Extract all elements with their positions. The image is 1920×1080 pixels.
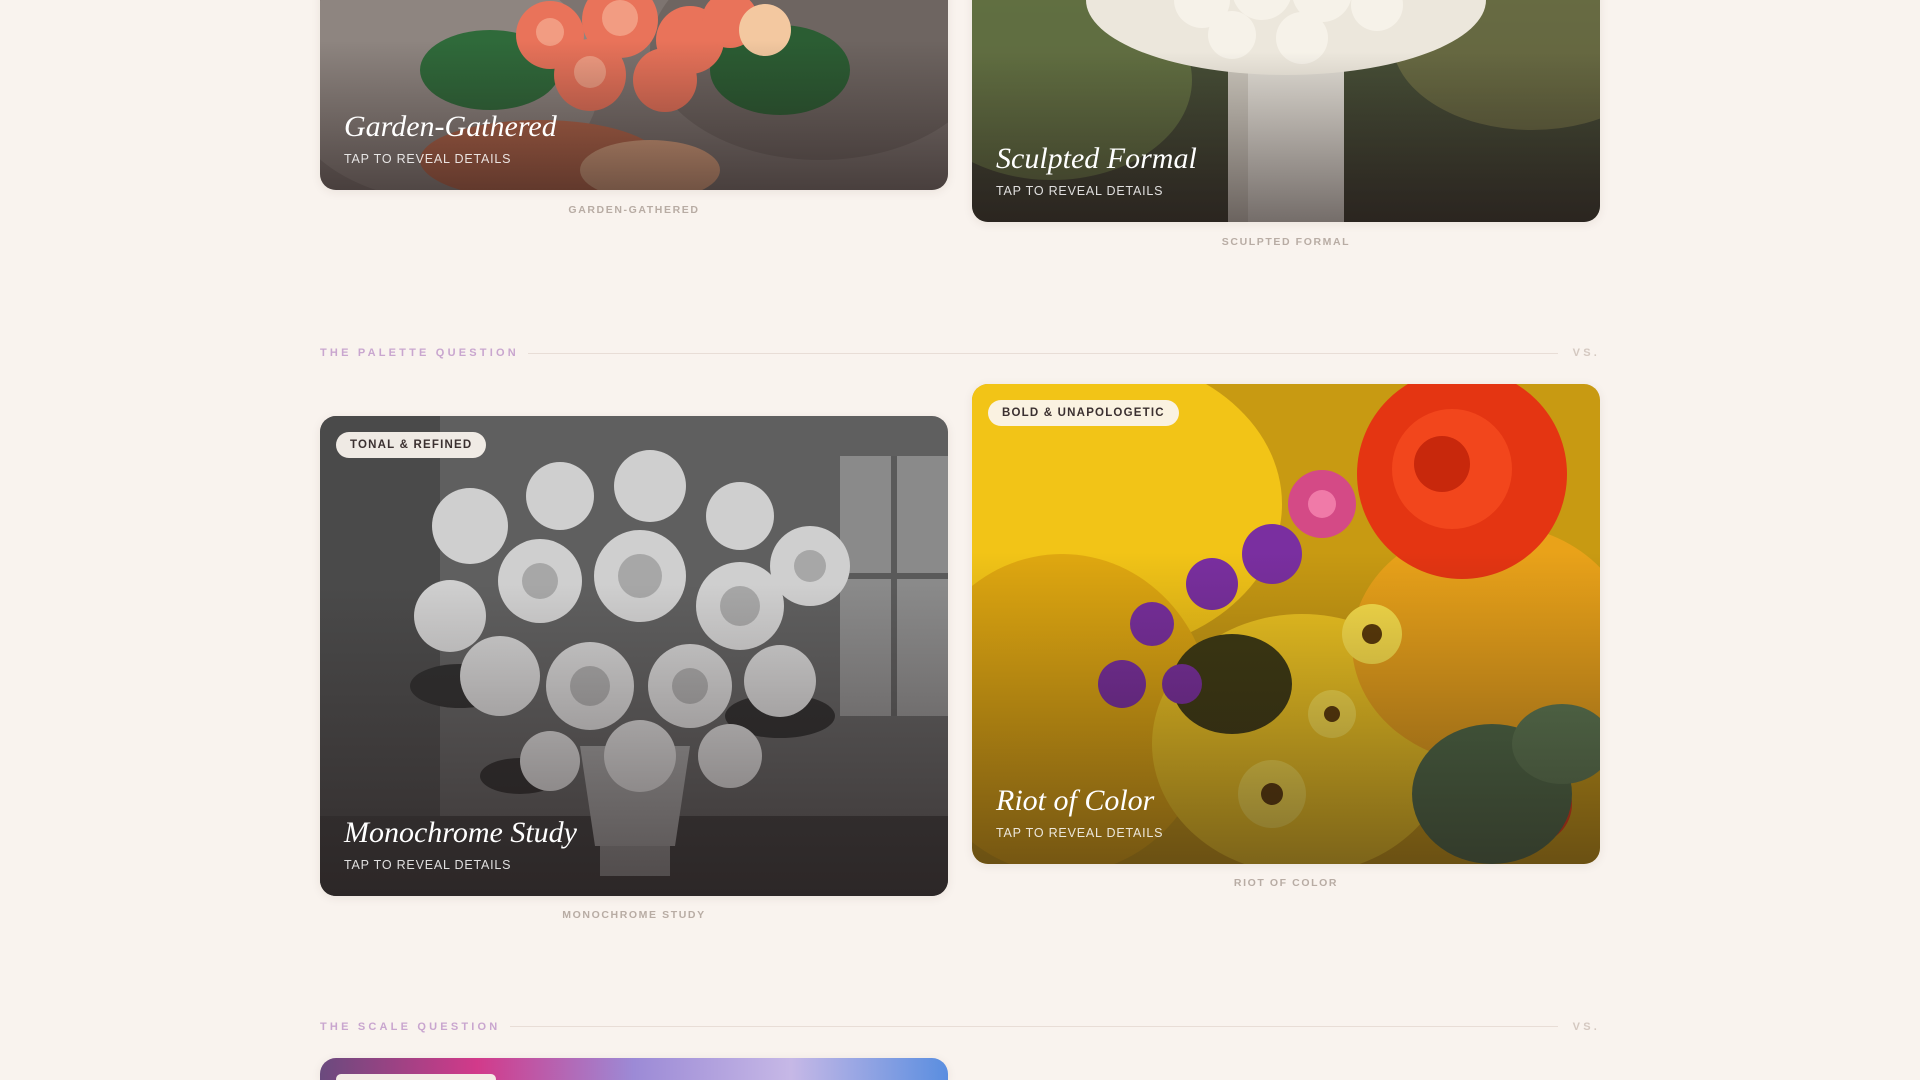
card-sculpted-formal[interactable]: Sculpted Formal TAP TO REVEAL DETAILS <box>972 0 1600 222</box>
card-caption: RIOT OF COLOR <box>1233 877 1339 889</box>
card-caption: SCULPTED FORMAL <box>1221 236 1351 248</box>
section-vs: VS. <box>1572 347 1600 359</box>
card-hint: TAP TO REVEAL DETAILS <box>344 152 512 166</box>
card-riot-of-color[interactable]: BOLD & UNAPOLOGETIC Riot of Color TAP TO… <box>972 384 1600 864</box>
card-title: Sculpted Formal <box>996 142 1197 175</box>
section-label-scale: THE SCALE QUESTION <box>320 1021 501 1033</box>
section-label-palette: THE PALETTE QUESTION <box>320 347 519 359</box>
section-divider <box>510 1026 1558 1027</box>
scale-left-photo <box>320 1058 948 1080</box>
card-caption: GARDEN-GATHERED <box>568 204 700 216</box>
card-title: Riot of Color <box>996 784 1155 817</box>
card-title: Monochrome Study <box>344 816 577 849</box>
card-scale-left[interactable] <box>320 1058 948 1080</box>
style-badge: BOLD & UNAPOLOGETIC <box>988 400 1179 426</box>
card-hint: TAP TO REVEAL DETAILS <box>344 858 512 872</box>
card-monochrome-study[interactable]: TONAL & REFINED Monochrome Study TAP TO … <box>320 416 948 896</box>
card-caption: MONOCHROME STUDY <box>562 909 706 921</box>
section-divider <box>528 353 1558 354</box>
card-title: Garden-Gathered <box>344 110 557 143</box>
card-hint: TAP TO REVEAL DETAILS <box>996 184 1164 198</box>
card-hint: TAP TO REVEAL DETAILS <box>996 826 1164 840</box>
style-badge: TONAL & REFINED <box>336 432 487 458</box>
card-garden-gathered[interactable]: Garden-Gathered TAP TO REVEAL DETAILS <box>320 0 948 190</box>
section-vs: VS. <box>1572 1021 1600 1033</box>
